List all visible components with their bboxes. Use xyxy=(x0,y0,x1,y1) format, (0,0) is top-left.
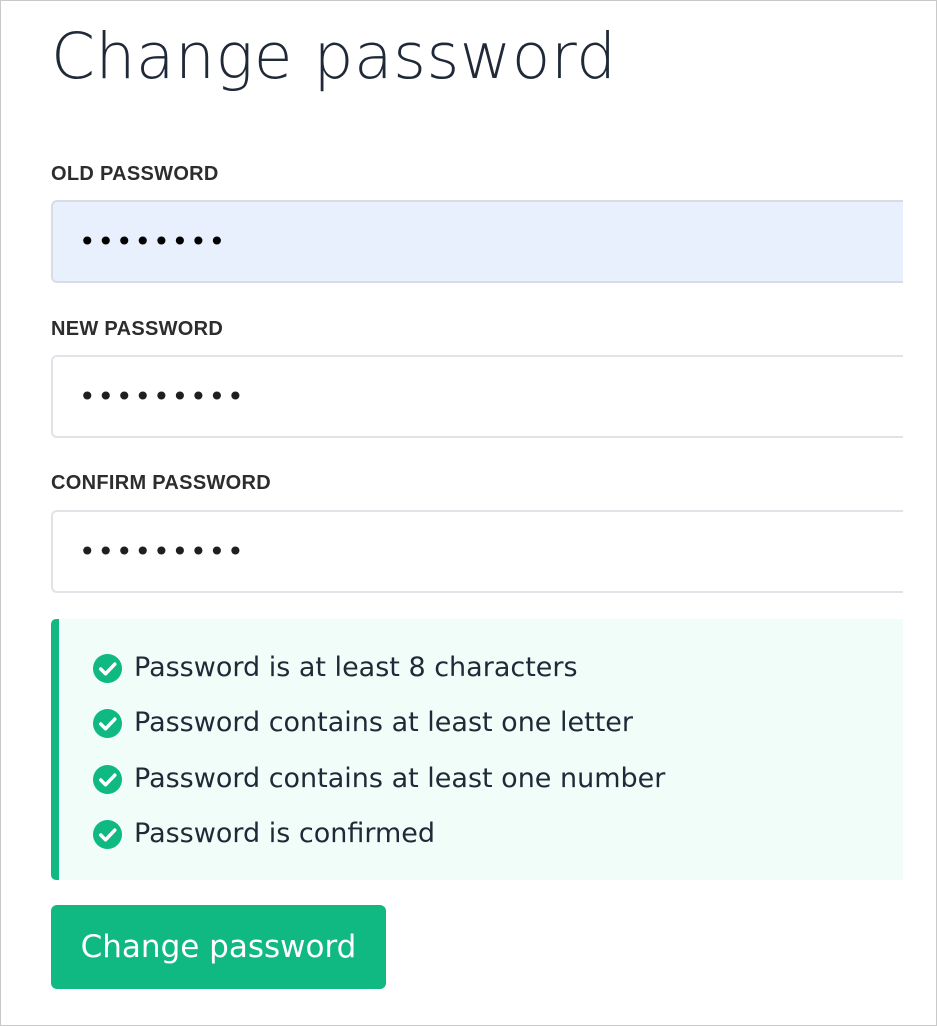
check-circle-icon xyxy=(92,653,123,683)
requirement-text: Password contains at least one letter xyxy=(134,707,633,738)
confirm-password-field[interactable] xyxy=(51,510,903,593)
change-password-button[interactable]: Change password xyxy=(51,905,386,989)
window-frame: Change password OLD PASSWORD NEW PASSWOR… xyxy=(0,0,937,1026)
old-password-field[interactable] xyxy=(51,200,903,283)
requirement-item: Password contains at least one letter xyxy=(92,705,633,741)
password-requirements: Password is at least 8 characters Passwo… xyxy=(51,619,903,880)
requirement-text: Password is confirmed xyxy=(134,818,436,849)
requirement-text: Password is at least 8 characters xyxy=(134,652,578,683)
new-password-label: NEW PASSWORD xyxy=(51,318,224,340)
page-title: Change password xyxy=(51,20,617,93)
requirement-text: Password contains at least one number xyxy=(134,763,666,794)
confirm-password-label: CONFIRM PASSWORD xyxy=(51,472,271,494)
requirement-item: Password is at least 8 characters xyxy=(92,650,578,686)
check-circle-icon xyxy=(92,708,123,738)
new-password-field[interactable] xyxy=(51,355,903,438)
check-circle-icon xyxy=(92,764,123,794)
requirement-item: Password contains at least one number xyxy=(92,761,665,797)
requirement-item: Password is confirmed xyxy=(92,816,435,852)
old-password-label: OLD PASSWORD xyxy=(51,163,219,185)
check-circle-icon xyxy=(92,819,123,849)
